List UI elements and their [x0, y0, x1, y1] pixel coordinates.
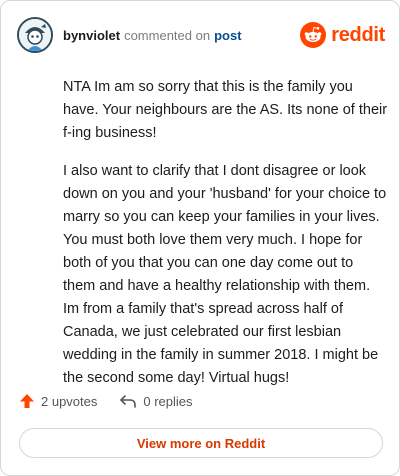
avatar-icon	[19, 19, 51, 51]
comment-actions: 2 upvotes 0 replies	[19, 393, 193, 409]
post-link[interactable]: post	[214, 28, 241, 43]
action-text: commented on	[124, 27, 211, 43]
comment-paragraph: I also want to clarify that I dont disag…	[63, 163, 387, 386]
reply-button[interactable]: 0 replies	[119, 393, 193, 409]
comment-header: bynviolet commented on post reddit	[17, 15, 385, 55]
upvote-button[interactable]: 2 upvotes	[19, 393, 97, 409]
reddit-logo-icon	[300, 22, 327, 48]
author-name[interactable]: bynviolet	[63, 28, 120, 43]
upvote-arrow-icon	[20, 394, 34, 408]
reddit-wordmark: reddit	[331, 23, 385, 46]
reddit-brand[interactable]: reddit	[300, 22, 385, 48]
comment-meta: bynviolet commented on post	[63, 28, 242, 43]
comment-body: NTA Im am so sorry that this is the fami…	[63, 76, 389, 405]
view-more-button[interactable]: View more on Reddit	[19, 428, 383, 458]
comment-paragraph: NTA Im am so sorry that this is the fami…	[63, 79, 388, 141]
user-avatar[interactable]	[17, 17, 53, 53]
upvote-count: 2 upvotes	[41, 393, 98, 409]
reply-icon	[120, 395, 137, 408]
reply-count: 0 replies	[143, 393, 193, 409]
reddit-embed-card: bynviolet commented on post reddit NTA I…	[0, 0, 400, 476]
